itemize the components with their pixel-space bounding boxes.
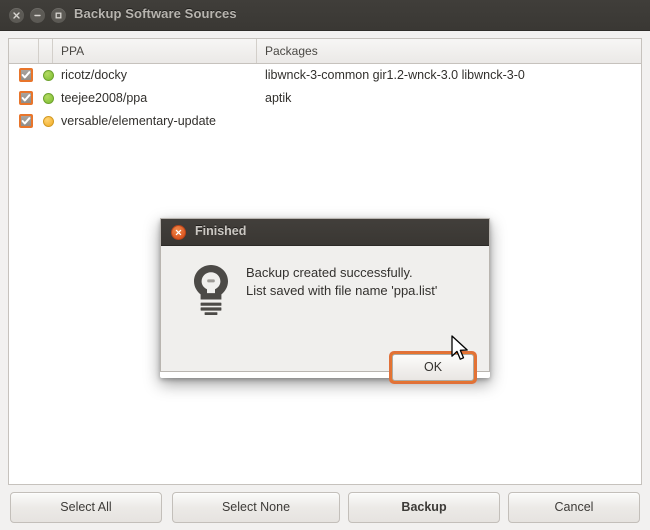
column-header-packages[interactable]: Packages xyxy=(257,39,641,63)
window-minimize-button[interactable] xyxy=(30,8,45,23)
column-header-ppa[interactable]: PPA xyxy=(53,39,257,63)
row-status-indicator xyxy=(43,116,54,127)
table-row[interactable]: versable/elementary-update xyxy=(9,110,641,133)
bottom-button-bar: Select All Select None Backup Cancel xyxy=(0,492,650,530)
ok-button[interactable]: OK xyxy=(392,354,474,381)
status-dot-green xyxy=(43,93,54,104)
finished-dialog: Finished Backup created successfully. Li… xyxy=(160,218,490,384)
close-icon xyxy=(175,229,182,236)
row-status-indicator xyxy=(43,70,54,81)
close-icon xyxy=(13,12,20,19)
table-row[interactable]: ricotz/docky libwnck-3-common gir1.2-wnc… xyxy=(9,64,641,87)
dialog-message-line1: Backup created successfully. xyxy=(246,265,413,280)
dialog-titlebar: Finished xyxy=(161,219,489,246)
row-packages: aptik xyxy=(265,91,292,105)
row-status-indicator xyxy=(43,93,54,104)
window-title: Backup Software Sources xyxy=(74,6,237,21)
row-ppa-name: teejee2008/ppa xyxy=(61,91,148,105)
cancel-button[interactable]: Cancel xyxy=(508,492,640,523)
checkbox-checked-icon xyxy=(19,114,33,128)
dialog-body: Backup created successfully. List saved … xyxy=(161,246,489,384)
column-header-checkbox[interactable] xyxy=(9,39,39,63)
dialog-close-button[interactable] xyxy=(171,225,186,240)
window-titlebar: Backup Software Sources xyxy=(0,0,650,31)
dialog-title: Finished xyxy=(195,224,247,238)
row-checkbox[interactable] xyxy=(19,114,33,128)
row-ppa-name: ricotz/docky xyxy=(61,68,127,82)
checkbox-checked-icon xyxy=(19,68,33,82)
list-header-row: PPA Packages xyxy=(9,39,641,64)
status-dot-orange xyxy=(43,116,54,127)
dialog-message-line2: List saved with file name 'ppa.list' xyxy=(246,283,438,298)
row-packages: libwnck-3-common gir1.2-wnck-3.0 libwnck… xyxy=(265,68,525,82)
row-ppa-name: versable/elementary-update xyxy=(61,114,216,128)
backup-software-sources-window: Backup Software Sources PPA Packages ric… xyxy=(0,0,650,530)
lightbulb-icon xyxy=(194,265,228,315)
status-dot-green xyxy=(43,70,54,81)
checkbox-checked-icon xyxy=(19,91,33,105)
window-close-button[interactable] xyxy=(9,8,24,23)
backup-button[interactable]: Backup xyxy=(348,492,500,523)
dialog-message: Backup created successfully. List saved … xyxy=(246,264,478,300)
minimize-icon xyxy=(34,14,41,17)
select-none-button[interactable]: Select None xyxy=(172,492,340,523)
column-header-status[interactable] xyxy=(39,39,53,63)
maximize-icon xyxy=(55,12,62,19)
select-all-button[interactable]: Select All xyxy=(10,492,162,523)
row-checkbox[interactable] xyxy=(19,91,33,105)
ppa-list-body: ricotz/docky libwnck-3-common gir1.2-wnc… xyxy=(9,64,641,133)
row-checkbox[interactable] xyxy=(19,68,33,82)
table-row[interactable]: teejee2008/ppa aptik xyxy=(9,87,641,110)
window-maximize-button[interactable] xyxy=(51,8,66,23)
